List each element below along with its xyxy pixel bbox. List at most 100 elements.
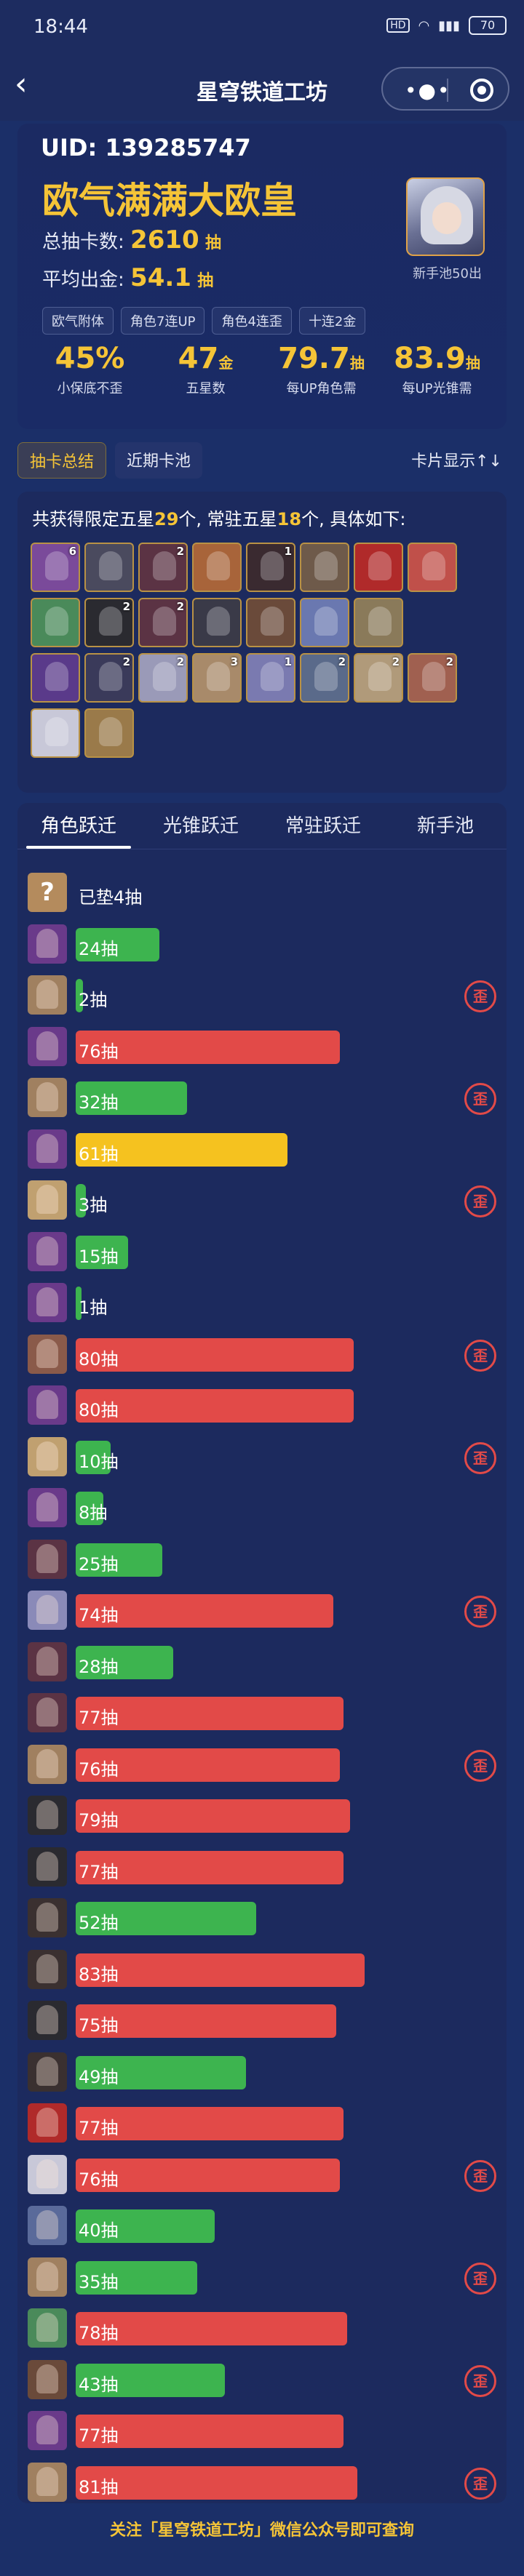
tab-summary[interactable]: 抽卡总结 — [17, 442, 107, 479]
pull-row[interactable]: 77抽 — [28, 2097, 499, 2149]
wifi-icon: ◠ — [418, 17, 430, 33]
pull-label: 77抽 — [79, 1861, 119, 1882]
character-avatar — [28, 1283, 67, 1322]
pull-row[interactable]: 1抽 — [28, 1277, 499, 1329]
character-icon[interactable] — [246, 598, 295, 647]
pull-row[interactable]: 2抽 歪 — [28, 969, 499, 1021]
character-icon[interactable]: 1 — [246, 653, 295, 703]
tab-lightcone-pool[interactable]: 光锥跃迁 — [140, 803, 262, 849]
pull-row[interactable]: 61抽 — [28, 1124, 499, 1175]
character-icon[interactable] — [354, 598, 403, 647]
metric-unit: 金 — [218, 354, 234, 372]
pull-row[interactable]: 77抽 — [28, 2405, 499, 2457]
pull-row[interactable]: 25抽 — [28, 1534, 499, 1585]
character-icon[interactable] — [31, 598, 80, 647]
character-icon[interactable] — [300, 543, 349, 592]
clock: 18:44 — [33, 16, 88, 38]
pull-row[interactable]: 52抽 — [28, 1892, 499, 1944]
pull-row[interactable]: 74抽 歪 — [28, 1585, 499, 1636]
pull-row[interactable]: 76抽 歪 — [28, 1739, 499, 1791]
pull-label: 2抽 — [79, 990, 108, 1010]
pull-label: 49抽 — [79, 2066, 119, 2087]
character-icon[interactable]: 2 — [408, 653, 457, 703]
card-display-toggle[interactable]: 卡片显示↑↓ — [411, 448, 502, 471]
uid: UID: 139285747 — [41, 134, 251, 161]
wai-badge-icon: 歪 — [464, 1083, 496, 1115]
character-icon[interactable]: 2 — [84, 598, 134, 647]
limited-count: 29 — [154, 509, 179, 529]
character-icon[interactable]: 1 — [246, 543, 295, 592]
pull-row[interactable]: 43抽 歪 — [28, 2354, 499, 2406]
character-avatar — [28, 1693, 67, 1732]
avg-label: 平均出金: — [42, 269, 124, 291]
tab-beginner-pool[interactable]: 新手池 — [384, 803, 507, 849]
pull-row[interactable]: 75抽 — [28, 1995, 499, 2047]
pull-label: 24抽 — [79, 938, 119, 959]
target-icon[interactable] — [470, 79, 493, 102]
pull-row[interactable]: 8抽 — [28, 1482, 499, 1534]
character-icon[interactable] — [84, 543, 134, 592]
capsule-divider — [447, 79, 448, 102]
avatar[interactable] — [406, 177, 485, 256]
character-icon[interactable]: 2 — [138, 598, 188, 647]
tab-standard-pool[interactable]: 常驻跃迁 — [262, 803, 384, 849]
character-icon[interactable] — [354, 543, 403, 592]
icon-count: 2 — [176, 545, 184, 558]
pull-row[interactable]: 80抽 歪 — [28, 1329, 499, 1380]
icon-count: 2 — [176, 655, 184, 668]
pull-row[interactable]: 15抽 — [28, 1226, 499, 1278]
pull-row[interactable]: 77抽 — [28, 1841, 499, 1893]
tag-list: 欧气附体 角色7连UP 角色4连歪 十连2金 — [42, 307, 366, 335]
pull-row[interactable]: 78抽 — [28, 2303, 499, 2354]
pull-row[interactable]: 49抽 — [28, 2047, 499, 2098]
metric-value: 45% — [55, 342, 125, 375]
pull-label: 77抽 — [79, 2118, 119, 2138]
character-icon[interactable]: 2 — [138, 653, 188, 703]
icon-count: 2 — [445, 655, 453, 668]
signal-icon: ▮▮▮ — [438, 17, 460, 33]
character-icon[interactable] — [31, 708, 80, 758]
character-icon[interactable] — [192, 543, 242, 592]
pull-row[interactable]: 79抽 — [28, 1790, 499, 1841]
metric-item: 79.7抽 每UP角色需 — [263, 342, 379, 397]
pull-row[interactable]: 81抽 歪 — [28, 2457, 499, 2508]
character-icon[interactable]: 2 — [84, 653, 134, 703]
tab-character-pool[interactable]: 角色跃迁 — [17, 803, 140, 849]
pull-row[interactable]: 76抽 — [28, 1021, 499, 1073]
character-icon[interactable] — [84, 708, 134, 758]
character-icon[interactable]: 2 — [138, 543, 188, 592]
pull-row[interactable]: ? 已垫4抽 — [28, 867, 499, 919]
pull-row[interactable]: 40抽 — [28, 2200, 499, 2252]
pull-row[interactable]: 28抽 — [28, 1636, 499, 1688]
pull-label: 40抽 — [79, 2220, 119, 2241]
pull-label: 10抽 — [79, 1451, 119, 1472]
pull-row[interactable]: 76抽 歪 — [28, 2149, 499, 2201]
total-pulls: 总抽卡数: 2610 抽 — [42, 225, 221, 255]
pull-row[interactable]: 10抽 歪 — [28, 1431, 499, 1483]
five-star-summary: 共获得限定五星29个, 常驻五星18个, 具体如下: 621222231222 — [17, 492, 507, 793]
pull-label: 75抽 — [79, 2015, 119, 2036]
icon-count: 2 — [392, 655, 400, 668]
character-icon[interactable] — [408, 543, 457, 592]
pull-label: 80抽 — [79, 1348, 119, 1369]
pull-row[interactable]: 24抽 — [28, 919, 499, 970]
pull-row[interactable]: 83抽 — [28, 1944, 499, 1996]
character-icon[interactable]: 6 — [31, 543, 80, 592]
pull-row[interactable]: 80抽 — [28, 1380, 499, 1431]
character-icon[interactable]: 2 — [300, 653, 349, 703]
more-dots-icon[interactable]: •●• — [405, 79, 450, 103]
pull-row[interactable]: 32抽 歪 — [28, 1072, 499, 1124]
pull-row[interactable]: 35抽 歪 — [28, 2252, 499, 2303]
character-icon[interactable] — [192, 598, 242, 647]
five-star-summary-text: 共获得限定五星29个, 常驻五星18个, 具体如下: — [32, 509, 406, 529]
pull-row[interactable]: 77抽 — [28, 1687, 499, 1739]
icon-count: 2 — [122, 655, 130, 668]
character-icon[interactable] — [300, 598, 349, 647]
character-avatar — [28, 1847, 67, 1887]
character-icon[interactable]: 3 — [192, 653, 242, 703]
pull-row[interactable]: 3抽 歪 — [28, 1175, 499, 1226]
character-icon[interactable]: 2 — [354, 653, 403, 703]
character-icon[interactable] — [31, 653, 80, 703]
tab-recent-pools[interactable]: 近期卡池 — [115, 442, 203, 479]
pull-label: 78抽 — [79, 2323, 119, 2343]
